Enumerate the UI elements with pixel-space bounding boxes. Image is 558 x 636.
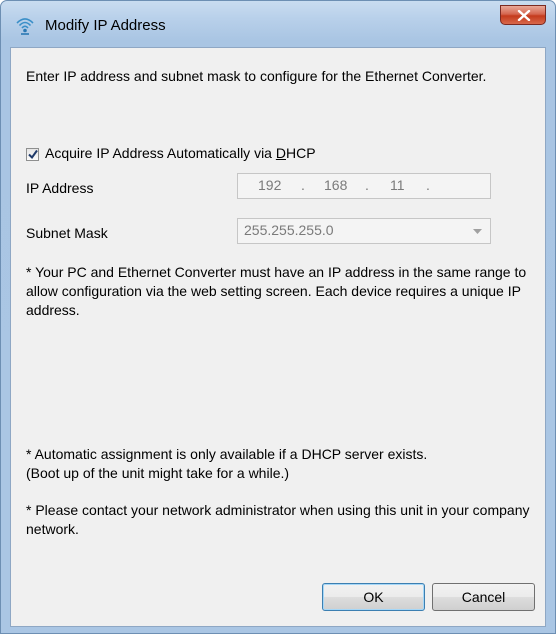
dhcp-label-text: Acquire IP Address Automatically via <box>45 145 276 161</box>
cancel-button[interactable]: Cancel <box>432 583 535 611</box>
dialog-window: Modify IP Address Enter IP address and s… <box>0 0 556 634</box>
window-title: Modify IP Address <box>45 17 166 34</box>
checkmark-icon <box>28 149 38 160</box>
address-range-note: * Your PC and Ethernet Converter must ha… <box>26 264 527 318</box>
instruction-text: Enter IP address and subnet mask to conf… <box>26 68 487 84</box>
network-admin-note: * Please contact your network administra… <box>26 502 530 537</box>
subnet-mask-dropdown[interactable]: 255.255.255.0 <box>237 218 491 244</box>
ip-separator-3: . <box>426 177 430 193</box>
close-icon <box>517 10 531 21</box>
dhcp-checkbox[interactable] <box>26 148 39 161</box>
dhcp-label-rest: HCP <box>285 145 316 161</box>
ip-octet-2[interactable]: 168 <box>324 177 347 193</box>
ip-octet-3[interactable]: 11 <box>390 177 405 193</box>
dhcp-checkbox-label[interactable]: Acquire IP Address Automatically via DHC… <box>45 145 316 161</box>
ok-button[interactable]: OK <box>322 583 425 611</box>
dhcp-label-mnemonic: D <box>275 145 286 161</box>
dropdown-arrow-icon[interactable] <box>473 229 482 234</box>
ip-separator-1: . <box>301 177 305 193</box>
subnet-mask-value: 255.255.255.0 <box>244 222 334 238</box>
close-button[interactable] <box>500 5 546 25</box>
dhcp-server-note: * Automatic assignment is only available… <box>26 446 428 481</box>
ip-separator-2: . <box>365 177 369 193</box>
ip-address-label: IP Address <box>26 180 94 196</box>
wifi-signal-icon <box>15 15 35 35</box>
subnet-mask-label: Subnet Mask <box>26 225 108 241</box>
ip-octet-1[interactable]: 192 <box>258 177 281 193</box>
ip-address-field[interactable]: 192 . 168 . 11 . <box>237 173 491 199</box>
dialog-body: Enter IP address and subnet mask to conf… <box>10 47 546 627</box>
title-bar[interactable]: Modify IP Address <box>1 1 555 47</box>
